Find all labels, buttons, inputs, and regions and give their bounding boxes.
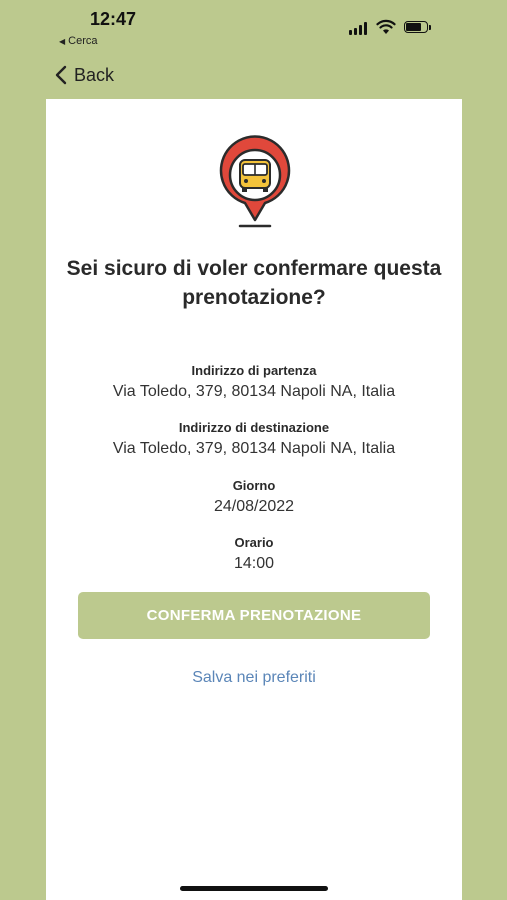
chevron-left-icon — [55, 65, 67, 85]
status-time: 12:47 — [90, 9, 137, 29]
save-to-favorites-link[interactable]: Salva nei preferiti — [46, 669, 462, 687]
back-label: Back — [74, 64, 115, 85]
wifi-icon — [376, 19, 396, 34]
back-app-label: Cerca — [68, 35, 98, 47]
signal-icon — [349, 21, 369, 35]
date-label: Giorno — [232, 478, 276, 493]
time-value: 14:00 — [233, 555, 275, 572]
battery-icon — [404, 21, 432, 34]
departure-value: Via Toledo, 379, 80134 Napoli NA, Italia — [112, 383, 396, 400]
phone-screen: 12:47 ◀ Cerca Back Sei sicuro di voler c… — [46, 0, 462, 900]
departure-label: Indirizzo di partenza — [191, 363, 317, 378]
status-bar: 12:47 ◀ Cerca — [46, 0, 462, 52]
time-label: Orario — [234, 535, 274, 550]
destination-label: Indirizzo di destinazione — [178, 420, 330, 435]
back-triangle-icon: ◀ — [59, 37, 66, 46]
home-indicator[interactable] — [180, 886, 328, 891]
confirmation-question: Sei sicuro di voler confermare questa pr… — [66, 257, 442, 309]
back-to-app[interactable]: ◀ Cerca — [59, 35, 98, 47]
destination-value: Via Toledo, 379, 80134 Napoli NA, Italia — [112, 440, 396, 457]
bus-location-pin-icon — [219, 135, 291, 228]
confirmation-sheet: Sei sicuro di voler confermare questa pr… — [46, 99, 462, 900]
back-button[interactable]: Back — [54, 60, 114, 90]
date-value: 24/08/2022 — [213, 498, 295, 515]
confirm-booking-button[interactable]: CONFERMA PRENOTAZIONE — [78, 592, 430, 639]
